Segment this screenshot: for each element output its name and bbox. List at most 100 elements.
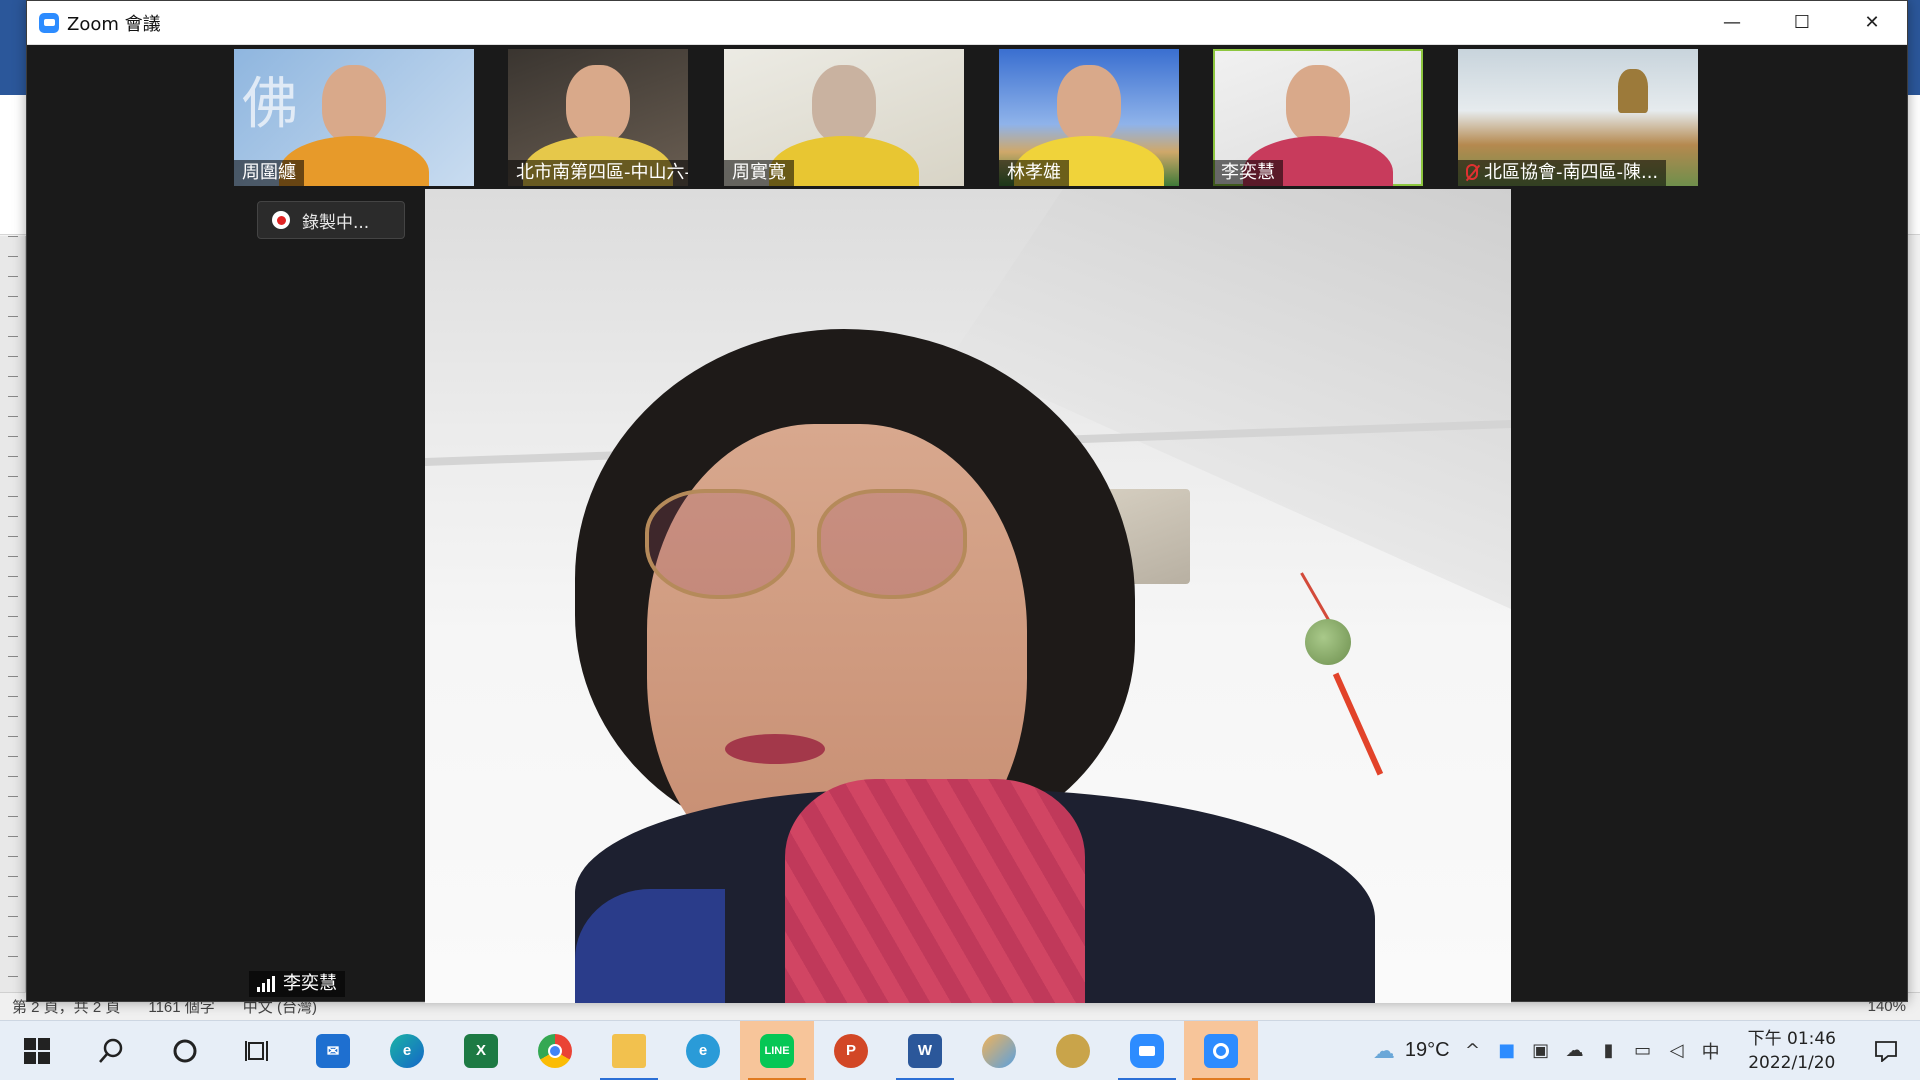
active-speaker-video	[425, 189, 1511, 1003]
ruler-tick	[8, 956, 18, 957]
file-explorer-icon	[612, 1033, 646, 1068]
chrome-app[interactable]	[518, 1021, 592, 1080]
participant-name: 周圍纏	[234, 160, 304, 186]
ruler-tick	[8, 676, 18, 677]
microphone-icon[interactable]: ▮	[1598, 1040, 1620, 1062]
ruler-tick	[8, 516, 18, 517]
ruler-tick	[8, 336, 18, 337]
background-decoration: 佛	[242, 72, 298, 137]
word-app[interactable]: W	[888, 1021, 962, 1080]
ruler-tick	[8, 876, 18, 877]
participant-tile[interactable]: 佛 周圍纏	[234, 49, 474, 186]
participant-gallery: 佛 周圍纏 北市南第四區-中山六-楊... 周實寬 林孝雄	[27, 49, 1907, 187]
edge-app[interactable]: e	[370, 1021, 444, 1080]
notification-center-button[interactable]	[1862, 1021, 1910, 1080]
windows-taskbar: ✉ e X e LINE P W ☁ 19°C ^ ■ ▣ ☁ ▮ ▭ ◁ 中 …	[0, 1020, 1920, 1080]
internet-explorer-app[interactable]: e	[666, 1021, 740, 1080]
close-button[interactable]: ✕	[1837, 1, 1907, 45]
ruler-tick	[8, 436, 18, 437]
zoom-tray-icon[interactable]: ■	[1496, 1040, 1518, 1062]
cortana-icon	[173, 1039, 197, 1062]
task-view-button[interactable]	[222, 1021, 296, 1080]
chrome-icon	[538, 1033, 572, 1068]
ruler-tick	[8, 976, 18, 977]
participant-name-text: 北區協會-南四區-陳...	[1484, 162, 1659, 183]
notification-icon	[1875, 1040, 1897, 1062]
ruler-tick	[8, 776, 18, 777]
bird-app[interactable]	[1036, 1021, 1110, 1080]
ruler-tick	[8, 496, 18, 497]
participant-name: 李奕慧	[1213, 160, 1283, 186]
participant-video	[1057, 65, 1121, 143]
meet-now-icon[interactable]: ▣	[1530, 1040, 1552, 1062]
search-button[interactable]	[74, 1021, 148, 1080]
bird-app-icon	[1056, 1033, 1090, 1068]
ruler-tick	[8, 796, 18, 797]
participant-name: 北區協會-南四區-陳...	[1458, 160, 1667, 186]
recording-dot-icon	[272, 211, 290, 229]
maximize-button[interactable]: ☐	[1767, 1, 1837, 45]
participant-tile[interactable]: 北區協會-南四區-陳...	[1458, 49, 1698, 186]
participant-tile[interactable]: 林孝雄	[999, 49, 1179, 186]
chevron-up-icon[interactable]: ^	[1462, 1040, 1484, 1062]
ruler-tick	[8, 696, 18, 697]
zoom-meeting-window: Zoom 會議 — ☐ ✕ 佛 周圍纏 北市南第四區-中山六-楊...	[26, 0, 1908, 1003]
ruler-tick	[8, 816, 18, 817]
ruler-tick	[8, 456, 18, 457]
word-icon: W	[908, 1033, 942, 1068]
zoom-meeting-app[interactable]	[1184, 1020, 1258, 1080]
clock-date: 2022/1/20	[1748, 1052, 1836, 1073]
start-button[interactable]	[0, 1021, 74, 1080]
zoom-meeting-icon	[1204, 1033, 1238, 1068]
window-title: Zoom 會議	[67, 13, 161, 35]
ruler-tick	[8, 856, 18, 857]
participant-tile[interactable]: 周實寬	[724, 49, 964, 186]
system-clock[interactable]: 下午 01:46 2022/1/20	[1748, 1027, 1836, 1075]
ruler-tick	[8, 836, 18, 837]
ruler-tick	[8, 736, 18, 737]
mail-app[interactable]: ✉	[296, 1021, 370, 1080]
onedrive-icon[interactable]: ☁	[1564, 1040, 1586, 1062]
line-app[interactable]: LINE	[740, 1020, 814, 1080]
ruler-tick	[8, 396, 18, 397]
cortana-button[interactable]	[148, 1021, 222, 1080]
hanging-ornament	[1305, 619, 1351, 665]
file-explorer-app[interactable]	[592, 1021, 666, 1080]
minimize-button[interactable]: —	[1697, 1, 1767, 45]
participant-tile-active-speaker[interactable]: 李奕慧	[1213, 49, 1423, 186]
weather-widget[interactable]: ☁ 19°C	[1373, 1038, 1450, 1064]
ruler-tick	[8, 356, 18, 357]
ime-indicator[interactable]: 中	[1700, 1040, 1722, 1063]
ruler-tick	[8, 756, 18, 757]
ruler-tick	[8, 596, 18, 597]
signal-strength-icon	[257, 976, 275, 992]
ruler-tick	[8, 716, 18, 717]
paint-app[interactable]	[962, 1021, 1036, 1080]
ruler-tick	[8, 896, 18, 897]
vertical-ruler	[0, 236, 26, 996]
battery-icon[interactable]: ▭	[1632, 1040, 1654, 1062]
zoom-app[interactable]	[1110, 1021, 1184, 1080]
volume-icon[interactable]: ◁	[1666, 1040, 1688, 1062]
ruler-tick	[8, 416, 18, 417]
ruler-tick	[8, 656, 18, 657]
title-bar: Zoom 會議 — ☐ ✕	[27, 1, 1907, 45]
line-icon: LINE	[760, 1033, 794, 1068]
windows-start-icon	[24, 1037, 50, 1064]
zoom-app-icon	[39, 12, 59, 33]
ruler-tick	[8, 296, 18, 297]
powerpoint-app[interactable]: P	[814, 1021, 888, 1080]
excel-app[interactable]: X	[444, 1021, 518, 1080]
recording-indicator[interactable]: 錄製中...	[257, 201, 405, 239]
system-tray: ☁ 19°C ^ ■ ▣ ☁ ▮ ▭ ◁ 中 下午 01:46 2022/1/2…	[1373, 1021, 1920, 1080]
paint-icon	[982, 1033, 1016, 1068]
weather-temperature: 19°C	[1404, 1039, 1450, 1061]
ruler-tick	[8, 276, 18, 277]
participant-tile[interactable]: 北市南第四區-中山六-楊...	[508, 49, 688, 186]
ruler-tick	[8, 376, 18, 377]
participant-video	[1286, 65, 1350, 143]
participant-video	[322, 65, 386, 143]
zoom-icon	[1130, 1033, 1164, 1068]
ruler-tick	[8, 636, 18, 637]
excel-icon: X	[464, 1033, 498, 1068]
